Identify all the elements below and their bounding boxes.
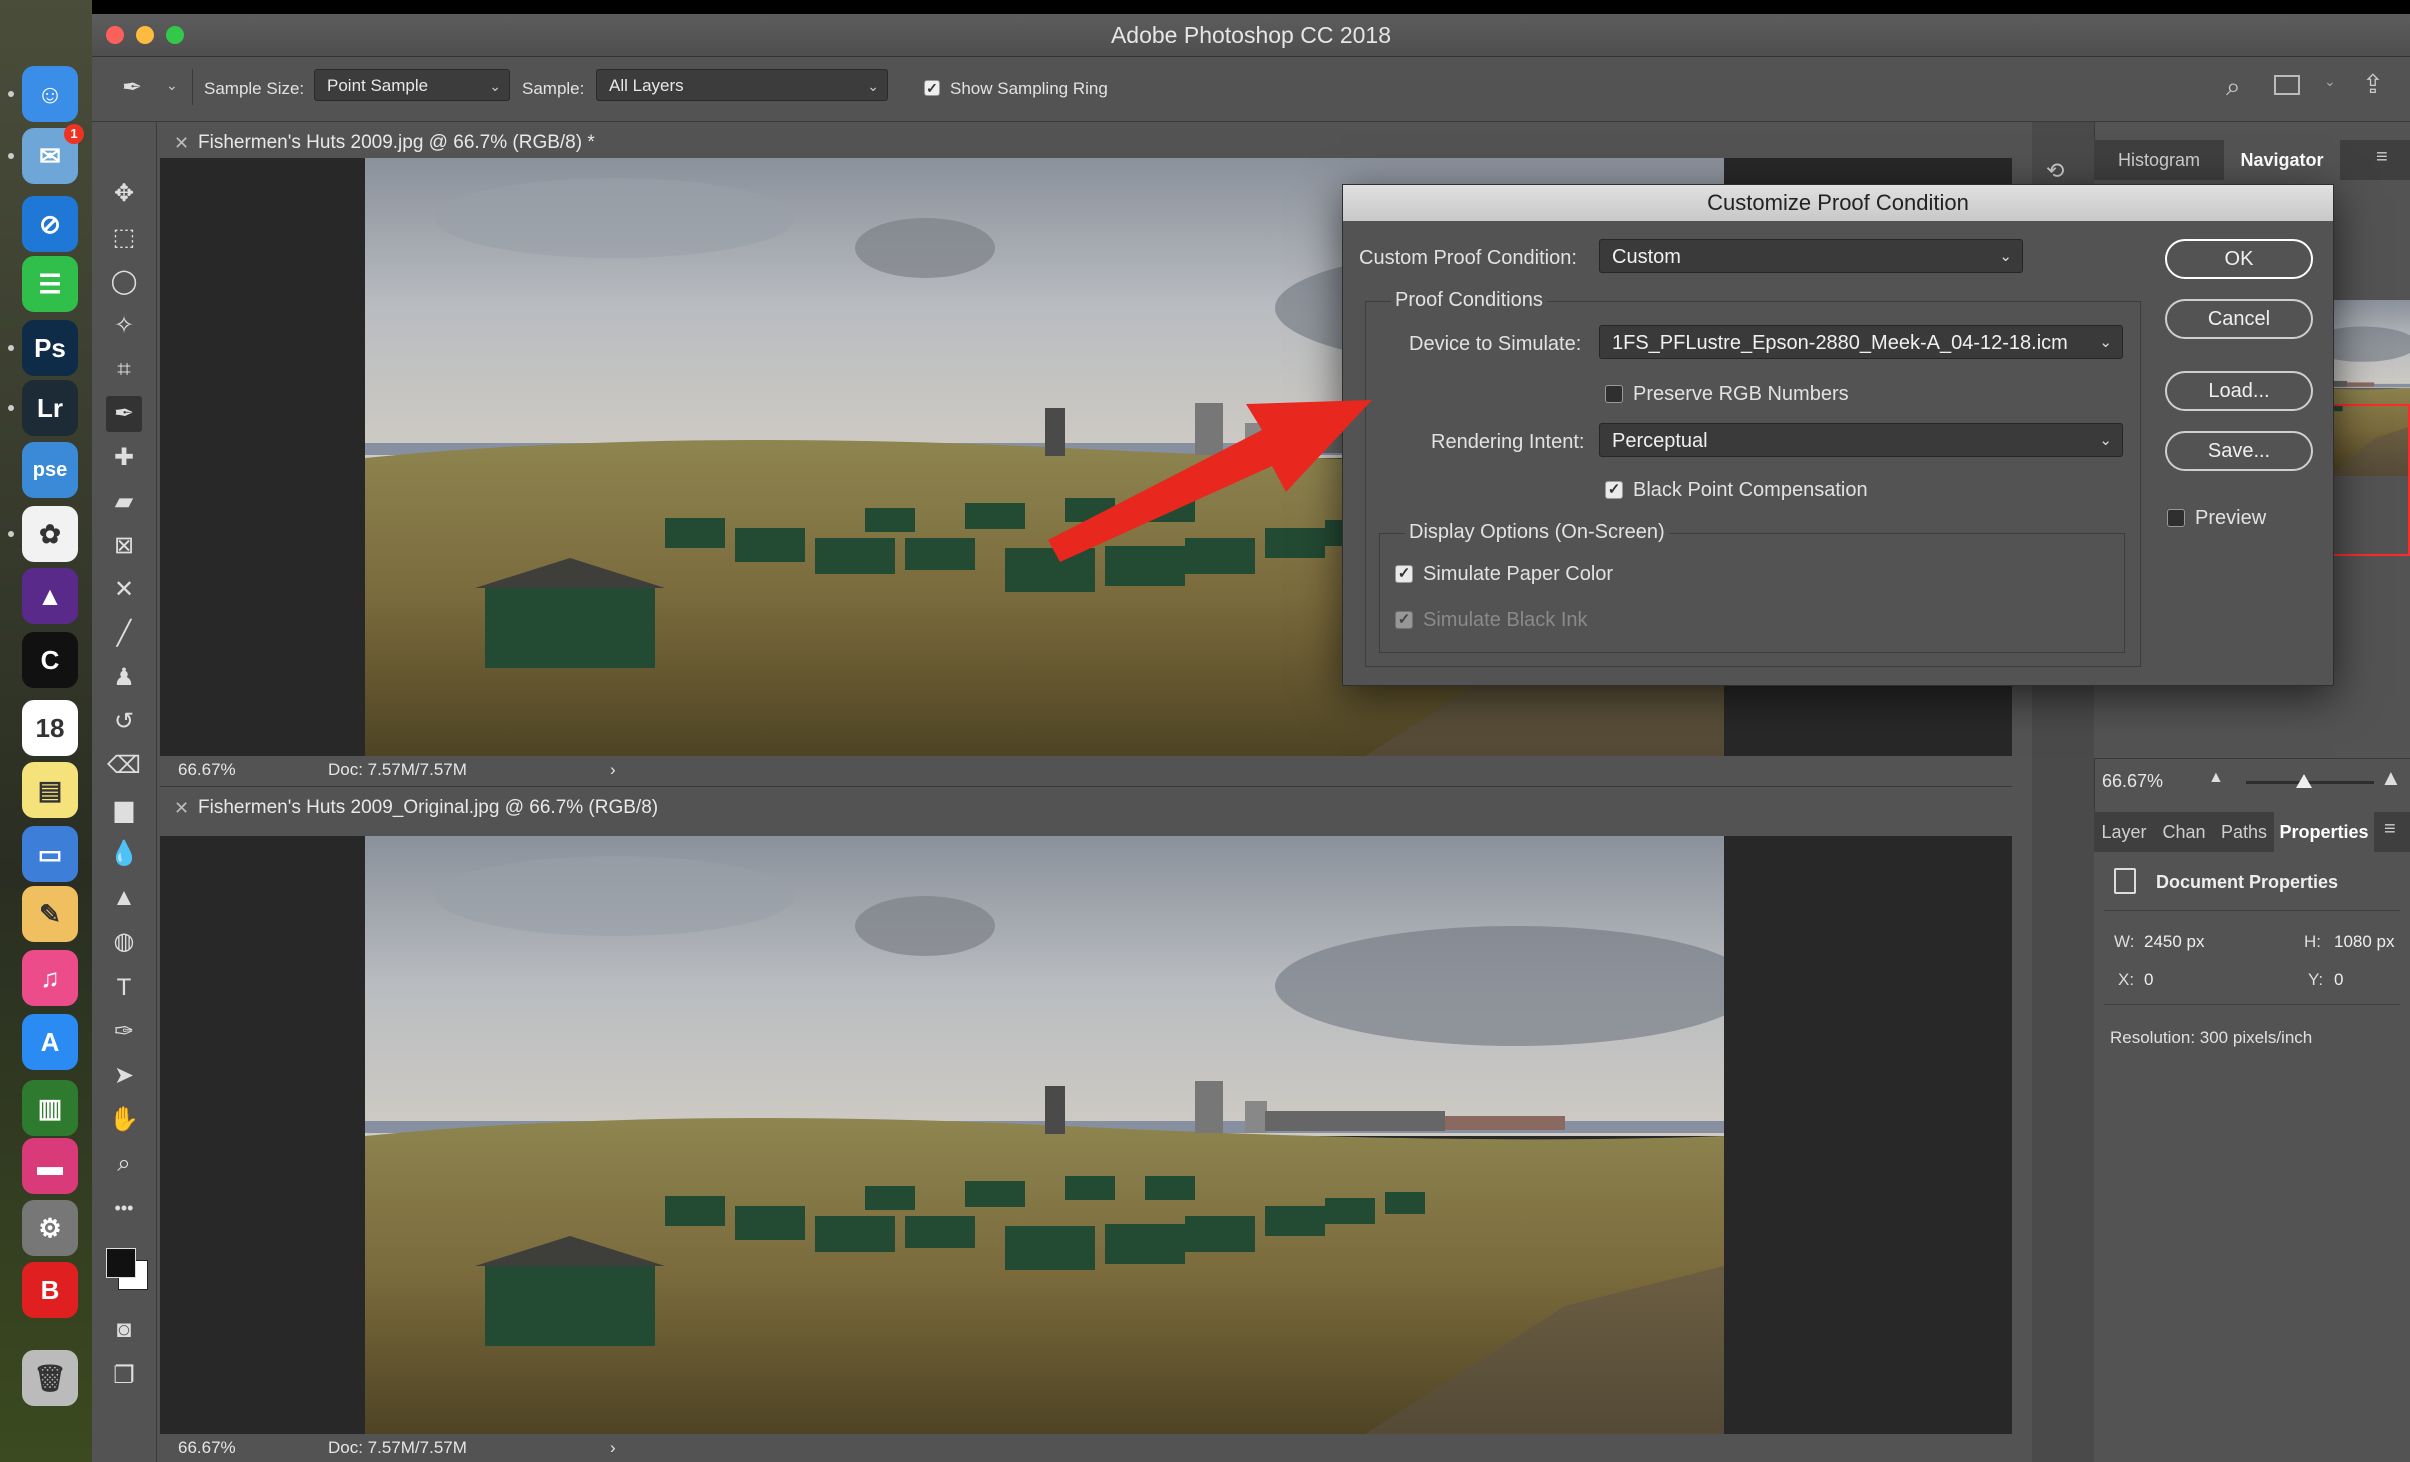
annotation-arrow [1048, 400, 1372, 562]
annotation-arrow-shape [1048, 400, 1372, 562]
